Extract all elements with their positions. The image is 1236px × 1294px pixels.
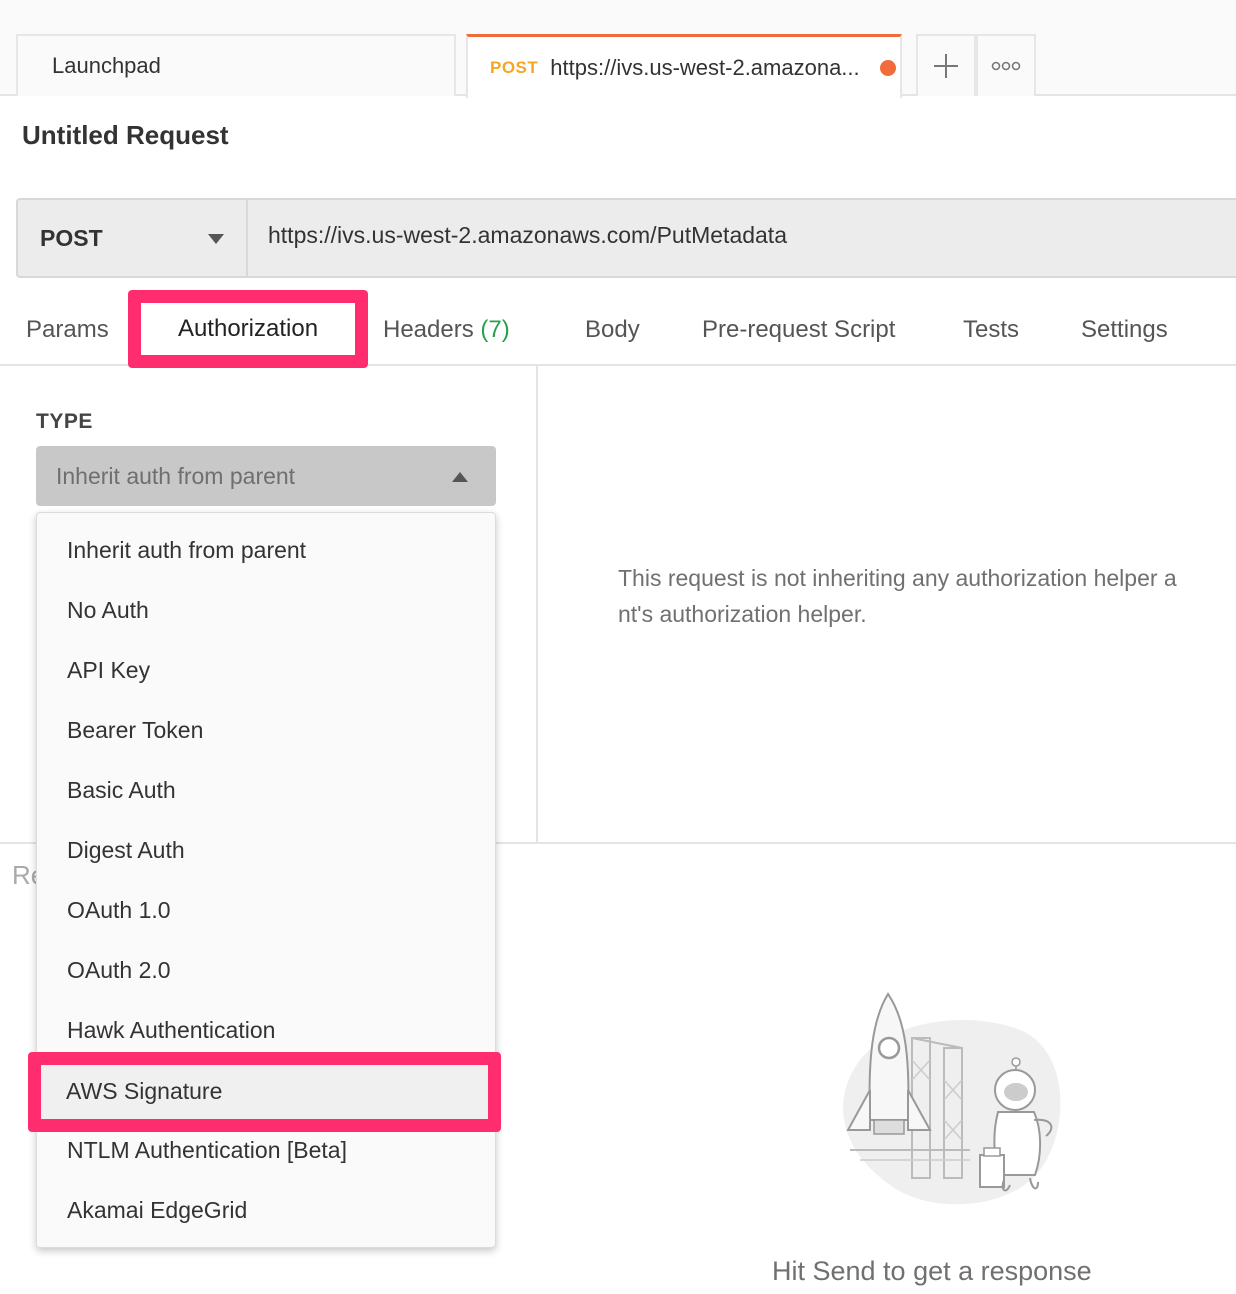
empty-response-message: Hit Send to get a response (772, 1256, 1092, 1286)
tab-launchpad[interactable]: Launchpad (16, 34, 456, 96)
tab-more-button[interactable] (976, 34, 1036, 96)
dropdown-item-akamai[interactable]: Akamai EdgeGrid (67, 1197, 247, 1224)
url-input[interactable]: https://ivs.us-west-2.amazonaws.com/PutM… (268, 222, 787, 249)
tab-body[interactable]: Body (585, 316, 640, 344)
dropdown-item-ntlm[interactable]: NTLM Authentication [Beta] (67, 1137, 347, 1164)
chevron-up-icon (452, 472, 468, 482)
tab-request-active[interactable]: POST https://ivs.us-west-2.amazona... (466, 34, 902, 98)
dropdown-item-bearer-token[interactable]: Bearer Token (67, 717, 203, 744)
auth-info-line: This request is not inheriting any autho… (618, 565, 1177, 591)
dropdown-item-oauth2[interactable]: OAuth 2.0 (67, 957, 171, 984)
chevron-down-icon (208, 234, 224, 244)
tab-headers[interactable]: Headers (7) (383, 316, 510, 344)
auth-type-label: TYPE (36, 410, 93, 433)
tab-launchpad-label: Launchpad (52, 53, 161, 78)
tab-strip: Launchpad POST https://ivs.us-west-2.ama… (0, 0, 1236, 98)
method-select-value: POST (40, 224, 103, 251)
tab-authorization-label: Authorization (177, 315, 319, 342)
auth-type-select-value: Inherit auth from parent (56, 462, 296, 489)
auth-type-select[interactable]: Inherit auth from parent (36, 446, 496, 506)
tab-params[interactable]: Params (26, 316, 109, 344)
more-icon (991, 61, 1021, 71)
tab-headers-label: Headers (383, 316, 474, 343)
auth-info-text: This request is not inheriting any autho… (618, 560, 1236, 632)
tab-settings[interactable]: Settings (1081, 316, 1168, 344)
tab-authorization[interactable]: Authorization (128, 290, 368, 368)
tab-method-badge: POST (490, 57, 539, 77)
dropdown-item-basic-auth[interactable]: Basic Auth (67, 777, 176, 804)
dropdown-item-oauth1[interactable]: OAuth 1.0 (67, 897, 171, 924)
url-bar: POST https://ivs.us-west-2.amazonaws.com… (16, 198, 1236, 278)
tab-pre-request-script[interactable]: Pre-request Script (702, 316, 895, 344)
dropdown-item-hawk[interactable]: Hawk Authentication (67, 1017, 275, 1044)
headers-count-badge: (7) (480, 316, 510, 343)
dropdown-item-no-auth[interactable]: No Auth (67, 597, 149, 624)
aws-signature-label: AWS Signature (66, 1078, 223, 1104)
dropdown-item-digest-auth[interactable]: Digest Auth (67, 837, 185, 864)
new-tab-button[interactable] (916, 34, 976, 96)
plus-icon (934, 54, 958, 78)
dropdown-item-inherit[interactable]: Inherit auth from parent (67, 537, 306, 564)
auth-type-dropdown: Inherit auth from parent No Auth API Key… (36, 512, 496, 1248)
request-title[interactable]: Untitled Request (22, 120, 229, 151)
method-select[interactable]: POST (18, 200, 248, 276)
request-subtabs: Params Authorization Headers (7) Body Pr… (0, 290, 1236, 368)
auth-panel-divider (536, 366, 538, 844)
dropdown-item-api-key[interactable]: API Key (67, 657, 150, 684)
rocket-astronaut-illustration (843, 992, 1061, 1205)
auth-info-line: nt's authorization helper. (618, 601, 867, 627)
unsaved-dot-icon (880, 59, 897, 76)
tab-tests[interactable]: Tests (963, 316, 1019, 344)
tab-url-label: https://ivs.us-west-2.amazona... (550, 54, 860, 80)
